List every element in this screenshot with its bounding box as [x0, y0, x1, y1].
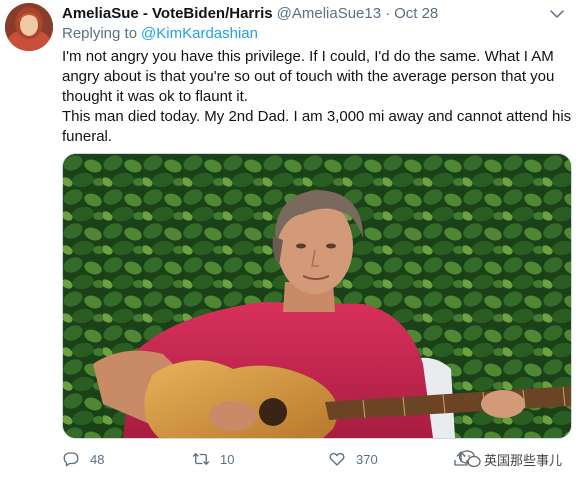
tweet-paragraph: I'm not angry you have this privilege. I… [62, 48, 555, 105]
reply-count: 48 [90, 451, 105, 467]
retweet-count: 10 [220, 451, 235, 467]
wechat-logo-icon [459, 450, 481, 468]
heart-icon [329, 452, 345, 466]
tweet-photo[interactable] [62, 153, 572, 439]
watermark: 英国那些事儿 [459, 447, 562, 471]
photo-man-playing-guitar [63, 154, 571, 438]
tweet-text: I'm not angry you have this privilege. I… [62, 47, 572, 147]
like-button[interactable]: 370 [328, 447, 378, 471]
mention-link[interactable]: @KimKardashian [141, 25, 258, 42]
avatar[interactable] [5, 3, 53, 51]
chevron-down-icon[interactable] [548, 5, 566, 23]
author-name[interactable]: AmeliaSue - VoteBiden/Harris [62, 5, 273, 22]
avatar-image [5, 3, 53, 51]
watermark-text: 英国那些事儿 [484, 452, 563, 468]
retweet-button[interactable]: 10 [192, 447, 234, 471]
tweet[interactable]: AmeliaSue - VoteBiden/Harris @AmeliaSue1… [0, 0, 586, 479]
replying-to-label: Replying to [62, 25, 138, 42]
tweet-header: AmeliaSue - VoteBiden/Harris @AmeliaSue1… [62, 3, 438, 23]
tweet-date[interactable]: Oct 28 [394, 5, 438, 22]
separator-dot: · [385, 4, 391, 22]
retweet-icon [192, 453, 210, 465]
like-count: 370 [356, 451, 378, 467]
replying-to: Replying to @KimKardashian [62, 25, 258, 42]
reply-button[interactable]: 48 [62, 447, 104, 471]
author-handle[interactable]: @AmeliaSue13 [277, 5, 381, 22]
tweet-paragraph: This man died today. My 2nd Dad. I am 3,… [62, 108, 572, 145]
comment-icon [63, 452, 79, 467]
